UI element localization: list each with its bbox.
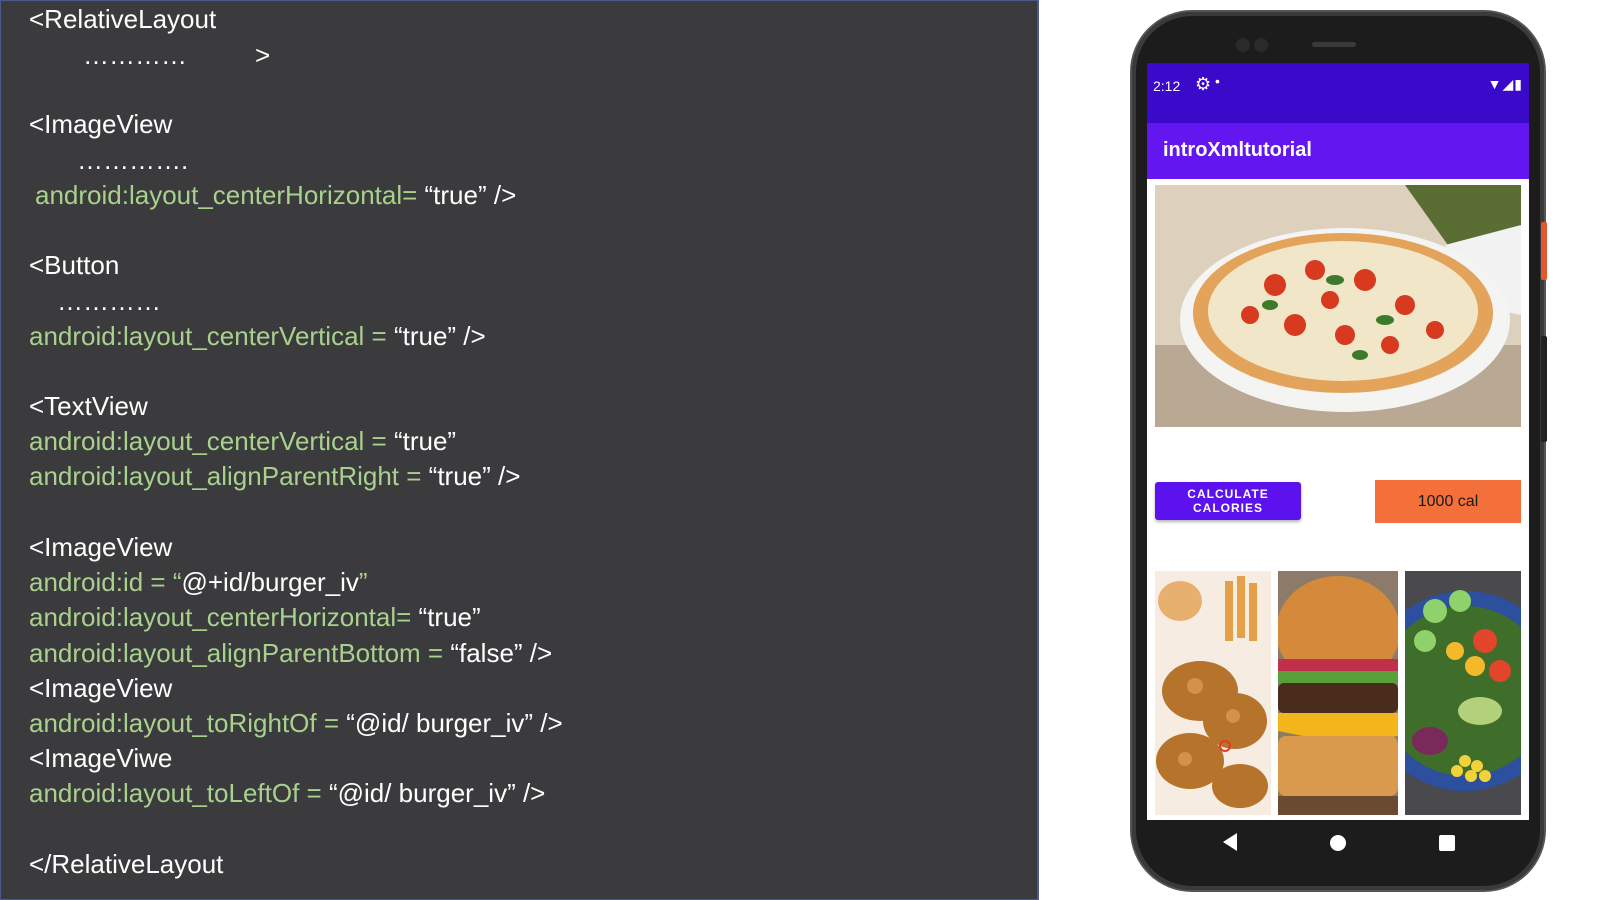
phone-screen: 2:12 ⚙ • ▼◢▮ introXmltutorial CALCULATE … bbox=[1147, 63, 1529, 820]
code-line: </RelativeLayout bbox=[29, 849, 224, 879]
phone-speaker bbox=[1312, 42, 1356, 47]
burger-image bbox=[1278, 571, 1398, 815]
pizza-image bbox=[1155, 185, 1521, 427]
code-line: android:layout_centerHorizontal= “true” bbox=[29, 602, 481, 632]
code-panel: <RelativeLayout ………… > <ImageView …………. a… bbox=[0, 0, 1039, 900]
code-line: android:layout_centerVertical = “true” bbox=[29, 426, 457, 456]
notification-dot-icon: • bbox=[1215, 73, 1220, 89]
code-line: android:layout_toLeftOf = “@id/ burger_i… bbox=[29, 778, 546, 808]
code-line: <RelativeLayout bbox=[29, 4, 217, 34]
salad-image bbox=[1405, 571, 1521, 815]
gear-icon: ⚙ bbox=[1195, 74, 1212, 94]
status-bar: 2:12 ⚙ • ▼◢▮ bbox=[1147, 63, 1529, 123]
volume-button[interactable] bbox=[1541, 336, 1547, 442]
code-line: ………… bbox=[57, 286, 161, 316]
signal-battery-icons: ▼◢▮ bbox=[1487, 76, 1523, 92]
power-button[interactable] bbox=[1541, 222, 1547, 280]
phone-camera bbox=[1236, 38, 1250, 52]
app-title: introXmltutorial bbox=[1163, 139, 1312, 161]
code-line: android:layout_centerVertical = “true” /… bbox=[29, 321, 486, 351]
code-line: …………. bbox=[77, 145, 189, 175]
code-line: android:layout_centerHorizontal= “true” … bbox=[35, 180, 517, 210]
code-line: android:id = “@+id/burger_iv” bbox=[29, 567, 368, 597]
home-icon[interactable] bbox=[1330, 835, 1346, 851]
code-line: <ImageViwe bbox=[29, 743, 173, 773]
code-line: <Button bbox=[29, 250, 120, 280]
back-icon[interactable] bbox=[1223, 833, 1237, 851]
calculate-calories-button[interactable]: CALCULATE CALORIES bbox=[1155, 482, 1301, 520]
code-line: android:layout_alignParentBottom = “fals… bbox=[29, 638, 553, 668]
code-line: <ImageView bbox=[29, 673, 173, 703]
navigation-bar bbox=[1147, 820, 1529, 870]
app-bar: introXmltutorial bbox=[1147, 123, 1529, 179]
recent-apps-icon[interactable] bbox=[1439, 835, 1455, 851]
code-line: android:layout_alignParentRight = “true”… bbox=[29, 461, 521, 491]
code-line: <ImageView bbox=[29, 109, 173, 139]
code-line: ………… > bbox=[83, 40, 271, 70]
status-time: 2:12 bbox=[1153, 78, 1181, 94]
code-line: android:layout_toRightOf = “@id/ burger_… bbox=[29, 708, 563, 738]
calories-text: 1000 cal bbox=[1375, 480, 1521, 523]
fried-chicken-image bbox=[1155, 571, 1271, 815]
code-line: <ImageView bbox=[29, 532, 173, 562]
code-line: <TextView bbox=[29, 391, 148, 421]
